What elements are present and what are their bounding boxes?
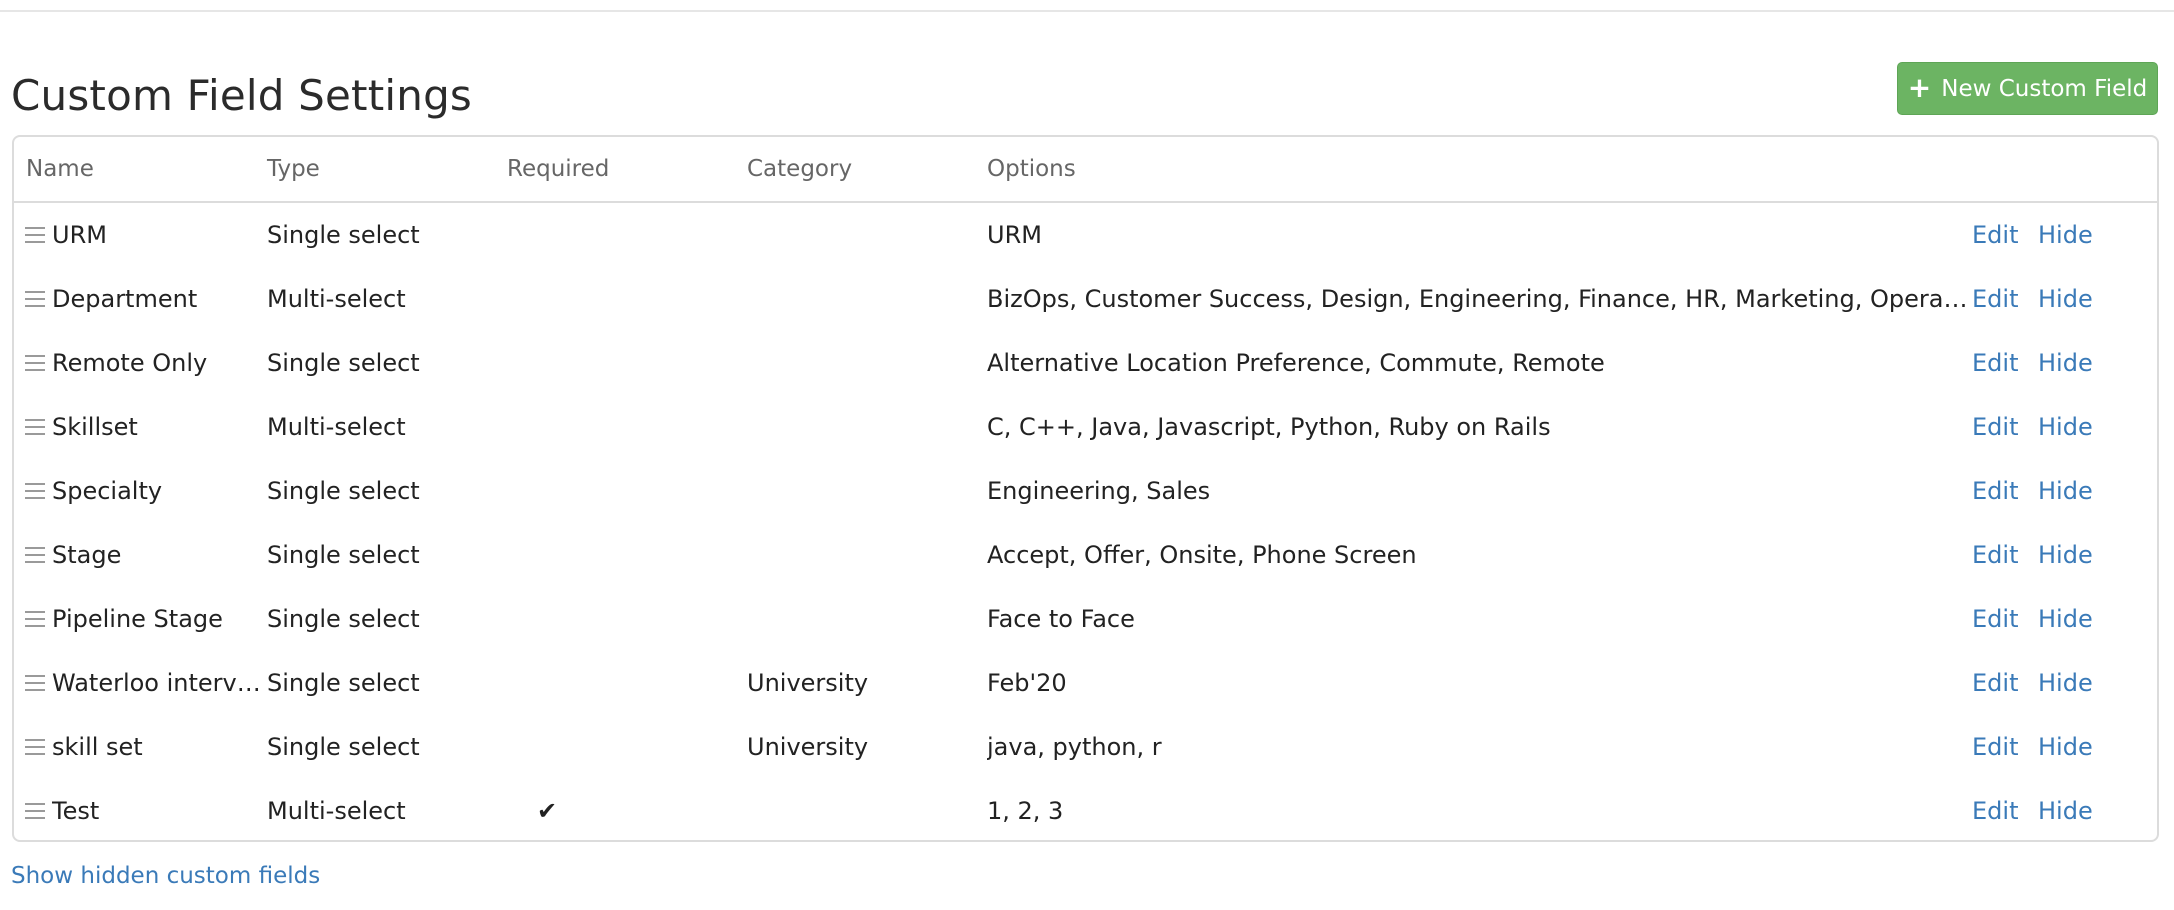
- drag-handle-icon[interactable]: [25, 355, 45, 371]
- new-custom-field-button[interactable]: + New Custom Field: [1897, 62, 2158, 115]
- field-type: Multi-select: [267, 413, 406, 441]
- drag-handle-icon[interactable]: [25, 419, 45, 435]
- field-options: Accept, Offer, Onsite, Phone Screen: [987, 541, 1417, 569]
- field-category: [747, 331, 977, 395]
- hide-link[interactable]: Hide: [2038, 267, 2093, 331]
- hide-link[interactable]: Hide: [2038, 459, 2093, 523]
- edit-link[interactable]: Edit: [1972, 523, 2018, 587]
- table-row: Remote Only Single select Alternative Loca…: [14, 331, 2157, 395]
- table-row: Department Multi-select BizOps, Customer S…: [14, 267, 2157, 331]
- show-hidden-custom-fields-link[interactable]: Show hidden custom fields: [11, 863, 320, 889]
- column-header-name[interactable]: Name: [26, 137, 94, 201]
- table-row: Waterloo intervie... Single select Univers…: [14, 651, 2157, 715]
- column-header-options[interactable]: Options: [987, 137, 1076, 201]
- field-options: BizOps, Customer Success, Design, Engine…: [987, 285, 1970, 313]
- field-options: java, python, r: [987, 733, 1162, 761]
- field-options: Alternative Location Preference, Commute…: [987, 349, 1605, 377]
- table-row: Stage Single select Accept, Offer, Onsite,…: [14, 523, 2157, 587]
- column-header-type[interactable]: Type: [267, 137, 320, 201]
- field-name: Pipeline Stage: [52, 605, 223, 633]
- edit-link[interactable]: Edit: [1972, 459, 2018, 523]
- table-row: Test Multi-select 1, 2, 3 ✔ Edit Hide: [14, 779, 2157, 840]
- field-name: skill set: [52, 733, 143, 761]
- drag-handle-icon[interactable]: [25, 483, 45, 499]
- edit-link[interactable]: Edit: [1972, 779, 2018, 840]
- field-options: Engineering, Sales: [987, 477, 1211, 505]
- field-type: Single select: [267, 221, 420, 249]
- field-name: URM: [52, 221, 107, 249]
- hide-link[interactable]: Hide: [2038, 203, 2093, 267]
- table-header: Name Type Required Category Options: [14, 137, 2157, 203]
- field-category: University: [747, 669, 869, 697]
- hide-link[interactable]: Hide: [2038, 587, 2093, 651]
- drag-handle-icon[interactable]: [25, 803, 45, 819]
- field-category: [747, 203, 977, 267]
- field-options: Face to Face: [987, 605, 1135, 633]
- field-category: University: [747, 733, 869, 761]
- column-header-required[interactable]: Required: [507, 137, 609, 201]
- field-name: Waterloo intervie...: [52, 669, 264, 697]
- field-type: Single select: [267, 733, 420, 761]
- hide-link[interactable]: Hide: [2038, 331, 2093, 395]
- field-name: Test: [52, 797, 100, 825]
- edit-link[interactable]: Edit: [1972, 715, 2018, 779]
- hide-link[interactable]: Hide: [2038, 779, 2093, 840]
- field-options: C, C++, Java, Javascript, Python, Ruby o…: [987, 413, 1551, 441]
- drag-handle-icon[interactable]: [25, 291, 45, 307]
- edit-link[interactable]: Edit: [1972, 203, 2018, 267]
- field-category: [747, 459, 977, 523]
- field-category: [747, 267, 977, 331]
- field-name: Department: [52, 285, 198, 313]
- drag-handle-icon[interactable]: [25, 675, 45, 691]
- plus-icon: +: [1907, 70, 1932, 104]
- drag-handle-icon[interactable]: [25, 611, 45, 627]
- field-name: Remote Only: [52, 349, 208, 377]
- field-category: [747, 587, 977, 651]
- page-title: Custom Field Settings: [11, 71, 473, 120]
- table-row: Specialty Single select Engineering, Sales…: [14, 459, 2157, 523]
- field-name: Specialty: [52, 477, 163, 505]
- table-row: skill set Single select University java, py…: [14, 715, 2157, 779]
- field-category: [747, 779, 977, 840]
- field-type: Multi-select: [267, 285, 406, 313]
- field-options: Feb'20: [987, 669, 1067, 697]
- field-type: Single select: [267, 349, 420, 377]
- hide-link[interactable]: Hide: [2038, 523, 2093, 587]
- hide-link[interactable]: Hide: [2038, 715, 2093, 779]
- field-options: URM: [987, 221, 1042, 249]
- field-type: Single select: [267, 605, 420, 633]
- table-row: URM Single select URM Edit Hide: [14, 203, 2157, 267]
- edit-link[interactable]: Edit: [1972, 267, 2018, 331]
- drag-handle-icon[interactable]: [25, 227, 45, 243]
- field-name: Stage: [52, 541, 122, 569]
- column-header-category[interactable]: Category: [747, 137, 852, 201]
- field-category: [747, 523, 977, 587]
- field-type: Single select: [267, 477, 420, 505]
- edit-link[interactable]: Edit: [1972, 587, 2018, 651]
- hide-link[interactable]: Hide: [2038, 395, 2093, 459]
- edit-link[interactable]: Edit: [1972, 331, 2018, 395]
- top-divider: [0, 10, 2174, 12]
- field-options: 1, 2, 3: [987, 797, 1064, 825]
- drag-handle-icon[interactable]: [25, 547, 45, 563]
- drag-handle-icon[interactable]: [25, 739, 45, 755]
- field-type: Single select: [267, 669, 420, 697]
- edit-link[interactable]: Edit: [1972, 395, 2018, 459]
- new-custom-field-label: New Custom Field: [1941, 75, 2148, 102]
- table-row: Skillset Multi-select C, C++, Java, Javasc…: [14, 395, 2157, 459]
- edit-link[interactable]: Edit: [1972, 651, 2018, 715]
- required-check-icon: ✔: [537, 797, 558, 825]
- field-category: [747, 395, 977, 459]
- field-name: Skillset: [52, 413, 138, 441]
- field-type: Multi-select: [267, 797, 406, 825]
- field-type: Single select: [267, 541, 420, 569]
- hide-link[interactable]: Hide: [2038, 651, 2093, 715]
- custom-fields-table: Name Type Required Category Options URM S…: [12, 135, 2159, 842]
- table-row: Pipeline Stage Single select Face to Face E…: [14, 587, 2157, 651]
